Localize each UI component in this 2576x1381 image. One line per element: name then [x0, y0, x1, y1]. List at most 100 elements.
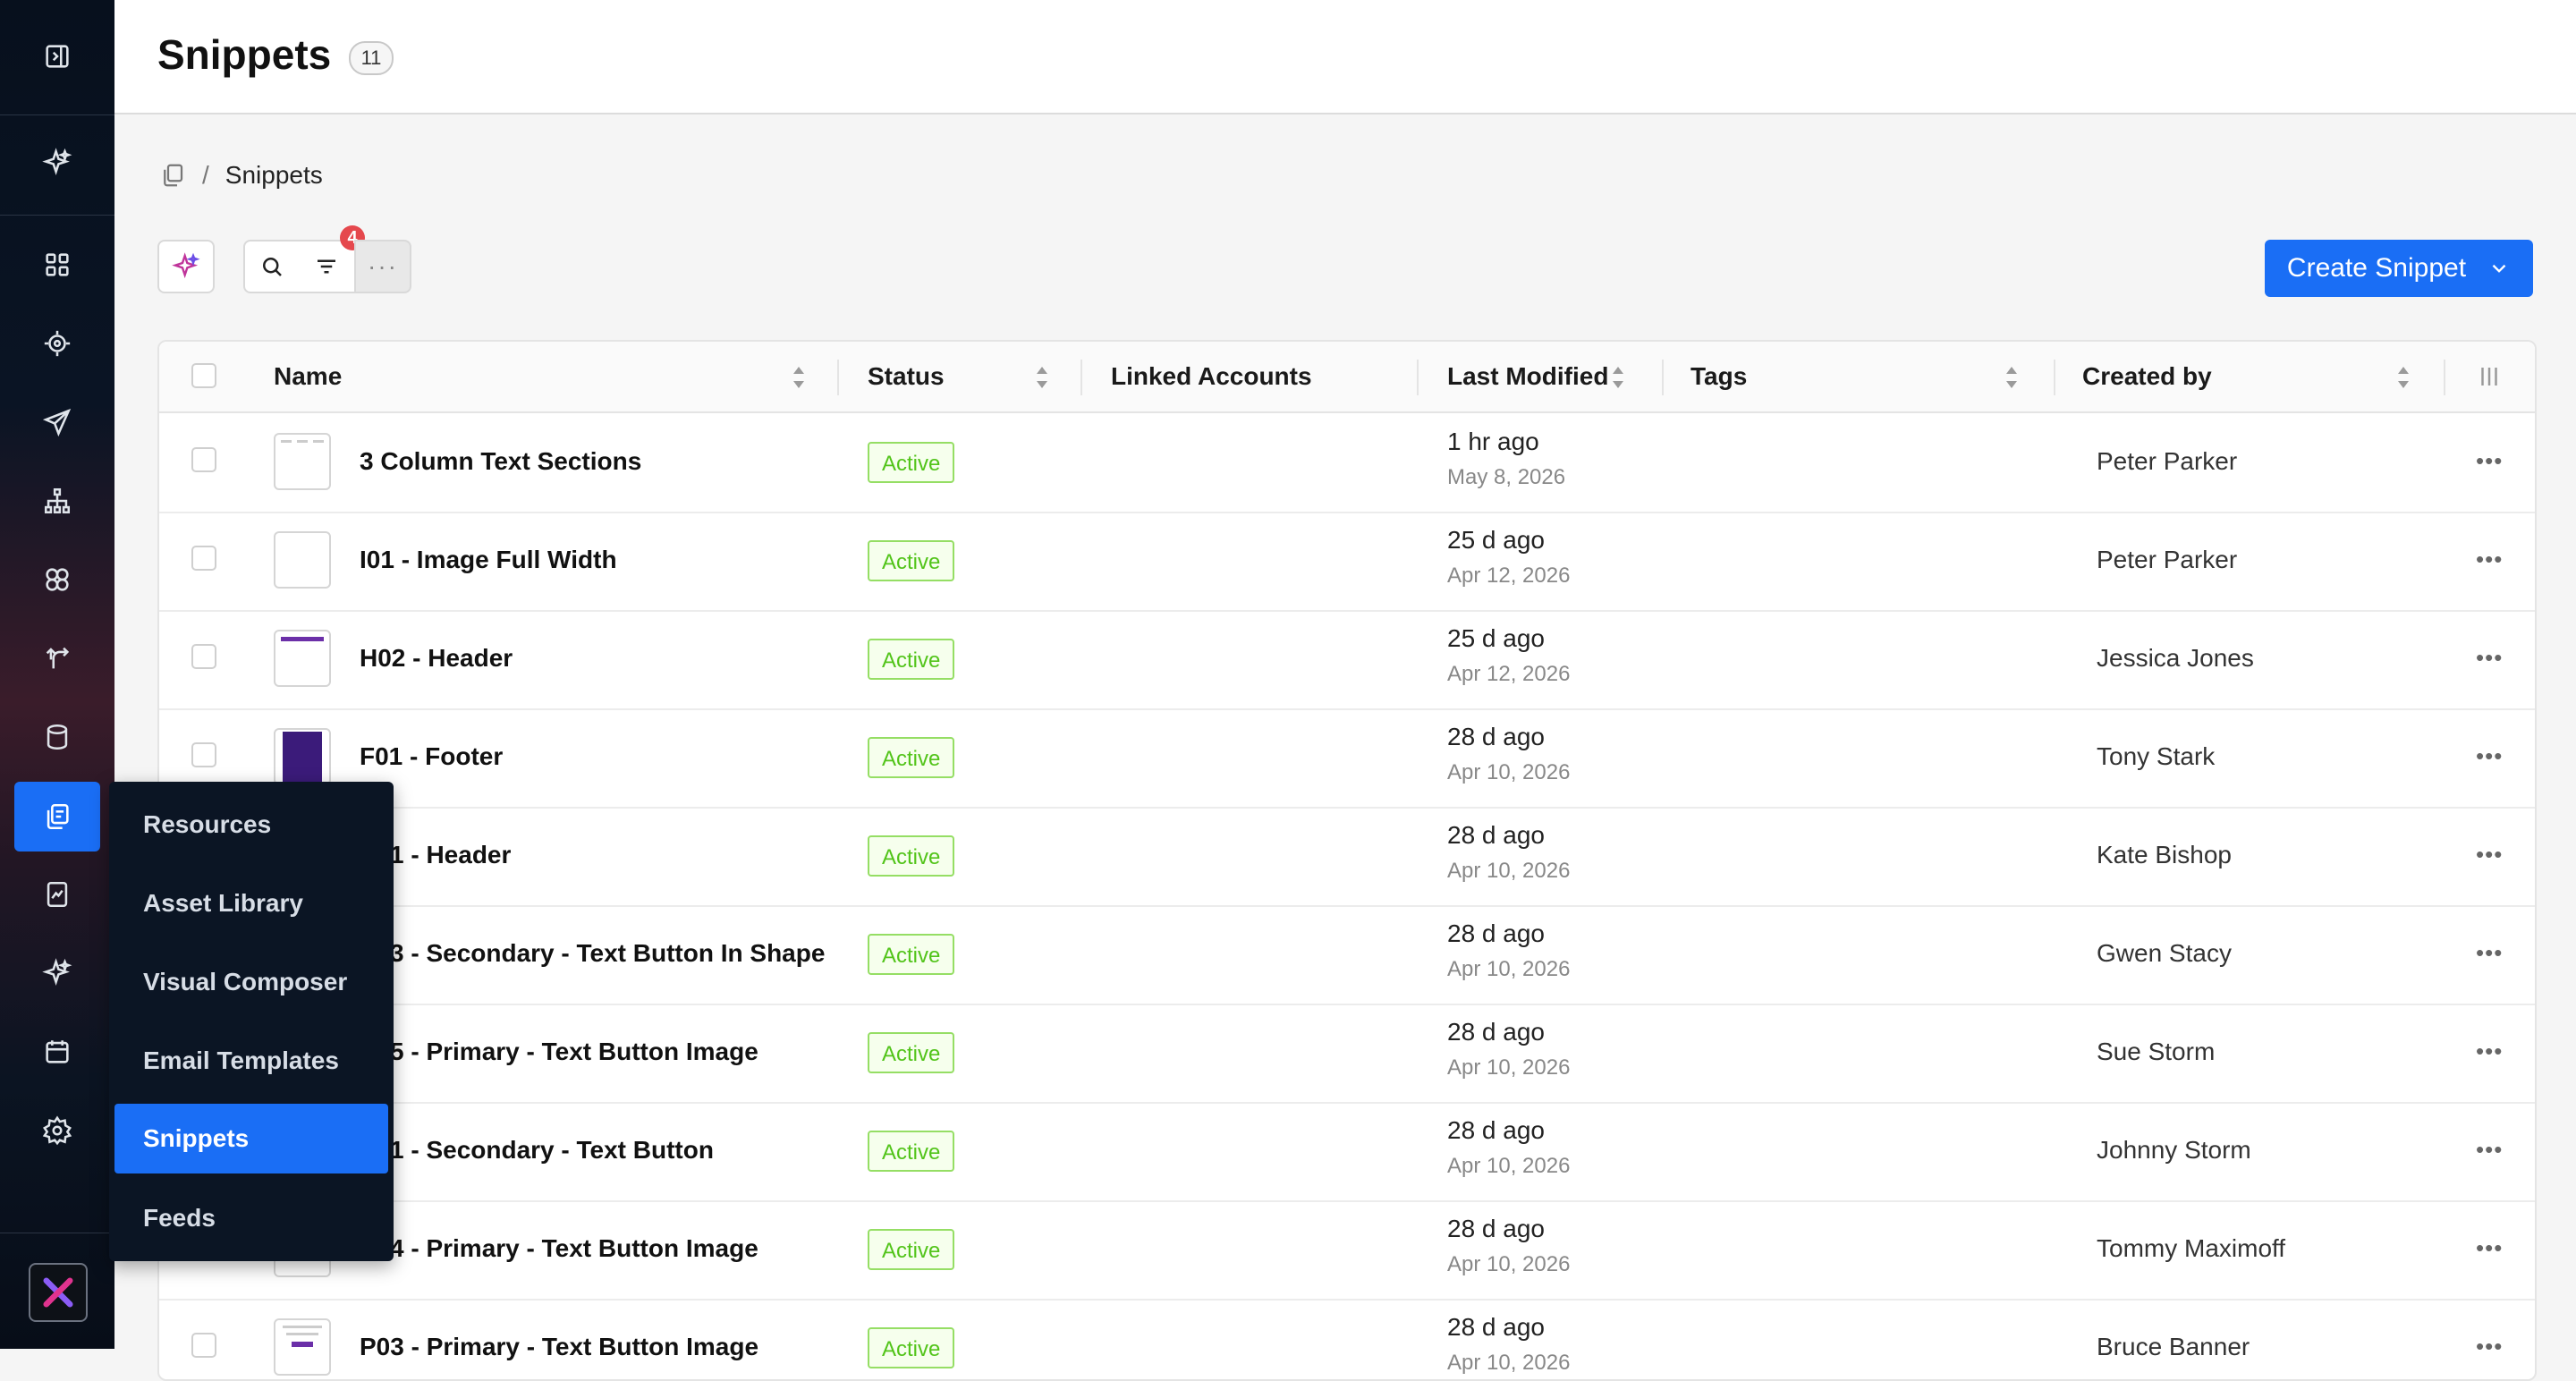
sort-icon[interactable]: [2004, 363, 2020, 392]
row-checkbox[interactable]: [191, 1333, 216, 1358]
modified-date: Apr 12, 2026: [1447, 563, 1571, 588]
table-row[interactable]: I01 - Image Full Width Active 25 d ago Ap…: [159, 512, 2535, 612]
create-snippet-button[interactable]: Create Snippet: [2265, 240, 2533, 297]
created-by: Peter Parker: [2097, 546, 2238, 573]
modified-relative: 25 d ago: [1447, 624, 1545, 652]
col-linked-accounts[interactable]: Linked Accounts: [1111, 342, 1312, 411]
row-checkbox[interactable]: [191, 546, 216, 571]
select-all-checkbox[interactable]: [191, 363, 216, 388]
sidebar-toggle-icon[interactable]: [32, 31, 82, 81]
menu-item-feeds[interactable]: Feeds: [143, 1204, 216, 1233]
table-row[interactable]: 1 - Header Active 28 d ago Apr 10, 2026 K…: [159, 807, 2535, 907]
modified-relative: 25 d ago: [1447, 526, 1545, 554]
target-icon[interactable]: [32, 318, 82, 369]
col-name[interactable]: Name: [274, 342, 342, 411]
created-by: Sue Storm: [2097, 1038, 2216, 1065]
snippet-name[interactable]: P03 - Primary - Text Button Image: [360, 1333, 758, 1361]
snippet-name[interactable]: 4 - Primary - Text Button Image: [390, 1234, 758, 1263]
menu-item-email-templates[interactable]: Email Templates: [143, 1046, 339, 1075]
table-row[interactable]: 3 Column Text Sections Active 1 hr ago Ma…: [159, 413, 2535, 513]
row-actions-icon[interactable]: •••: [2476, 742, 2503, 770]
modified-relative: 28 d ago: [1447, 1116, 1545, 1144]
row-actions-icon[interactable]: •••: [2476, 1038, 2503, 1065]
reports-icon[interactable]: [32, 869, 82, 919]
row-actions-icon[interactable]: •••: [2476, 546, 2503, 573]
table-row[interactable]: F01 - Footer Active 28 d ago Apr 10, 2026…: [159, 708, 2535, 809]
status-badge: Active: [868, 934, 955, 975]
snippet-name[interactable]: 5 - Primary - Text Button Image: [390, 1038, 758, 1066]
sort-icon[interactable]: [1610, 363, 1626, 392]
status-badge: Active: [868, 737, 955, 778]
calendar-icon[interactable]: [32, 1027, 82, 1077]
row-actions-icon[interactable]: •••: [2476, 1136, 2503, 1164]
ai-sparkle-icon[interactable]: [32, 948, 82, 998]
table-row[interactable]: 3 - Secondary - Text Button In Shape Act…: [159, 905, 2535, 1005]
dashboard-grid-icon[interactable]: [32, 240, 82, 290]
modified-date: Apr 12, 2026: [1447, 662, 1571, 686]
table-row[interactable]: 1 - Secondary - Text Button Active 28 d …: [159, 1102, 2535, 1202]
menu-item-resources[interactable]: Resources: [143, 810, 271, 839]
sort-icon[interactable]: [791, 363, 807, 392]
sort-icon[interactable]: [2395, 363, 2411, 392]
create-snippet-label: Create Snippet: [2286, 253, 2467, 283]
snippet-name[interactable]: 1 - Secondary - Text Button: [390, 1136, 714, 1165]
row-actions-icon[interactable]: •••: [2476, 939, 2503, 967]
row-checkbox[interactable]: [191, 742, 216, 767]
segments-icon[interactable]: [32, 555, 82, 605]
menu-item-visual-composer[interactable]: Visual Composer: [143, 968, 347, 996]
journey-icon[interactable]: [32, 633, 82, 683]
modified-relative: 28 d ago: [1447, 1215, 1545, 1242]
breadcrumb-separator: /: [202, 161, 209, 189]
modified-date: Apr 10, 2026: [1447, 1154, 1571, 1178]
table-row[interactable]: 5 - Primary - Text Button Image Active 2…: [159, 1004, 2535, 1104]
snippet-name[interactable]: H02 - Header: [360, 644, 513, 673]
settings-icon[interactable]: [32, 1106, 82, 1156]
snippet-name[interactable]: F01 - Footer: [360, 742, 503, 771]
row-actions-icon[interactable]: •••: [2476, 841, 2503, 868]
snippet-name[interactable]: I01 - Image Full Width: [360, 546, 617, 574]
created-by: Kate Bishop: [2097, 841, 2232, 868]
sparkle-icon[interactable]: [32, 138, 82, 188]
breadcrumb-current: Snippets: [225, 161, 323, 189]
row-actions-icon[interactable]: •••: [2476, 1333, 2503, 1360]
col-tags[interactable]: Tags: [1690, 342, 1747, 411]
ai-assist-button[interactable]: [157, 240, 215, 293]
sort-icon[interactable]: [1034, 363, 1050, 392]
database-icon[interactable]: [32, 712, 82, 762]
menu-item-snippets[interactable]: Snippets: [114, 1104, 388, 1173]
send-icon[interactable]: [32, 397, 82, 447]
col-created-by[interactable]: Created by: [2082, 342, 2212, 411]
modified-relative: 1 hr ago: [1447, 428, 1539, 455]
column-settings-icon[interactable]: [2476, 363, 2503, 390]
table-row[interactable]: H02 - Header Active 25 d ago Apr 12, 2026…: [159, 610, 2535, 710]
snippet-thumbnail: [274, 728, 331, 785]
modified-relative: 28 d ago: [1447, 723, 1545, 750]
table-header: Name Status Linked Accounts Last Modifie…: [159, 342, 2535, 413]
brand-logo[interactable]: [29, 1263, 88, 1322]
search-button[interactable]: [243, 240, 301, 293]
col-last-modified[interactable]: Last Modified: [1447, 342, 1608, 411]
resources-breadcrumb-icon[interactable]: [159, 162, 186, 189]
more-actions-button[interactable]: ···: [354, 240, 411, 293]
resources-icon[interactable]: [14, 782, 100, 851]
row-actions-icon[interactable]: •••: [2476, 1234, 2503, 1262]
row-checkbox[interactable]: [191, 644, 216, 669]
row-actions-icon[interactable]: •••: [2476, 644, 2503, 672]
org-chart-icon[interactable]: [32, 476, 82, 526]
snippets-table: Name Status Linked Accounts Last Modifie…: [157, 340, 2537, 1381]
snippet-thumbnail: [274, 433, 331, 490]
snippet-name[interactable]: 1 - Header: [390, 841, 511, 869]
col-status[interactable]: Status: [868, 342, 945, 411]
snippet-name[interactable]: 3 - Secondary - Text Button In Shape: [390, 939, 825, 968]
modified-relative: 28 d ago: [1447, 821, 1545, 849]
created-by: Gwen Stacy: [2097, 939, 2232, 967]
table-row[interactable]: P03 - Primary - Text Button Image Active…: [159, 1299, 2535, 1379]
row-checkbox[interactable]: [191, 447, 216, 472]
snippet-name[interactable]: 3 Column Text Sections: [360, 447, 641, 476]
menu-item-asset-library[interactable]: Asset Library: [143, 889, 303, 918]
row-actions-icon[interactable]: •••: [2476, 447, 2503, 475]
modified-date: Apr 10, 2026: [1447, 1055, 1571, 1080]
table-row[interactable]: 4 - Primary - Text Button Image Active 2…: [159, 1200, 2535, 1301]
snippet-thumbnail: [274, 531, 331, 589]
chevron-down-icon[interactable]: [2487, 257, 2511, 280]
